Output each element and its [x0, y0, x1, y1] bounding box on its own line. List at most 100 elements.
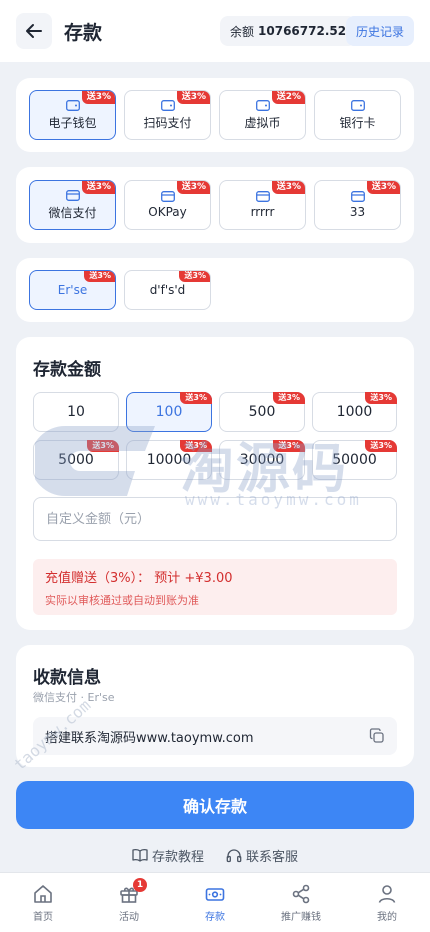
payment-method-card: 电子钱包 送3% 扫码支付 送3% 虚拟币 送2% 银行卡: [16, 78, 414, 152]
tab-label: 活动: [119, 911, 139, 923]
channel-wechat[interactable]: 微信支付 送3%: [29, 180, 116, 230]
support-label: 联系客服: [246, 849, 299, 865]
method-label: 银行卡: [339, 115, 376, 130]
bonus-badge: 送3%: [273, 392, 305, 404]
method-bank-card[interactable]: 银行卡: [314, 90, 401, 140]
amount-value: 5000: [58, 452, 94, 468]
amount-value: 10000: [146, 452, 192, 468]
deposit-amount-card: 存款金额 10 100 送3% 500 送3% 1000 送3% 5000 送3…: [16, 337, 414, 630]
arrow-left-icon: [26, 24, 42, 38]
method-label: 电子钱包: [48, 115, 97, 130]
amount-option-50000[interactable]: 50000 送3%: [312, 440, 397, 480]
amount-option-10[interactable]: 10: [33, 392, 119, 432]
wallet-icon: [350, 99, 365, 111]
amount-option-500[interactable]: 500 送3%: [219, 392, 305, 432]
tab-promote[interactable]: 推广赚钱: [258, 873, 344, 932]
channel-label: 微信支付: [48, 205, 97, 220]
contact-support-link[interactable]: 联系客服: [226, 845, 298, 865]
channel-33[interactable]: 33 送3%: [314, 180, 401, 230]
home-icon: [34, 884, 52, 903]
bonus-estimate-text: 充值赠送（3%）： 预计 +¥3.00: [45, 571, 233, 586]
wallet-icon: [65, 99, 80, 111]
account-label: Er'se: [57, 283, 88, 297]
method-ewallet[interactable]: 电子钱包 送3%: [29, 90, 116, 140]
channel-okpay[interactable]: OKPay 送3%: [124, 180, 211, 230]
amount-section-title: 存款金额: [33, 360, 101, 380]
amount-option-10000[interactable]: 10000 送3%: [126, 440, 212, 480]
confirm-deposit-button[interactable]: 确认存款: [16, 781, 414, 829]
bonus-badge: 送3%: [273, 440, 305, 452]
bonus-badge: 送3%: [180, 440, 212, 452]
amount-option-100[interactable]: 100 送3%: [126, 392, 212, 432]
channel-label: rrrrr: [250, 205, 275, 219]
bottom-tab-bar: 首页 1 活动 存款 推广赚钱 我的: [0, 872, 430, 932]
payment-channel-card: 微信支付 送3% OKPay 送3% rrrrr 送3% 33 送3%: [16, 167, 414, 243]
balance-label: 余额: [230, 24, 255, 39]
tutorial-label: 存款教程: [151, 849, 204, 865]
tab-label: 我的: [377, 911, 397, 923]
bonus-badge: 送3%: [365, 392, 397, 404]
method-crypto[interactable]: 虚拟币 送2%: [219, 90, 306, 140]
bonus-badge: 送3%: [176, 181, 210, 194]
bonus-badge: 送3%: [180, 392, 212, 404]
method-scan-pay[interactable]: 扫码支付 送3%: [124, 90, 211, 140]
tab-mine[interactable]: 我的: [344, 873, 430, 932]
account-dfsd[interactable]: d'f's'd 送3%: [124, 270, 211, 310]
bonus-badge: 送3%: [81, 91, 115, 104]
receive-subtitle: 微信支付 · Er'se: [33, 691, 115, 704]
tab-label: 存款: [205, 911, 225, 923]
method-label: 虚拟币: [244, 115, 281, 130]
account-erse[interactable]: Er'se 送3%: [29, 270, 116, 310]
bonus-note-text: 实际以审核通过或自动到账为准: [45, 594, 199, 607]
bonus-badge: 送3%: [84, 271, 115, 282]
tab-label: 首页: [33, 911, 53, 923]
channel-label: OKPay: [148, 205, 187, 219]
share-icon: [292, 884, 310, 903]
back-button[interactable]: [16, 13, 52, 49]
wallet-icon: [160, 99, 175, 111]
card-icon: [350, 191, 365, 202]
amount-value: 50000: [332, 452, 377, 468]
bonus-badge: 送2%: [271, 91, 305, 104]
help-links: 存款教程 联系客服: [0, 845, 430, 865]
card-icon: [160, 191, 175, 202]
page-title: 存款: [64, 21, 103, 44]
headset-icon: [226, 848, 242, 862]
amount-value: 500: [248, 404, 276, 420]
receiving-account-card: Er'se 送3% d'f's'd 送3%: [16, 258, 414, 322]
bonus-badge: 送3%: [366, 181, 400, 194]
amount-option-5000[interactable]: 5000 送3%: [33, 440, 119, 480]
bonus-badge: 送3%: [179, 271, 210, 282]
tab-deposit[interactable]: 存款: [172, 873, 258, 932]
receive-info-text: 搭建联系淘源码www.taoymw.com: [45, 730, 254, 746]
bonus-badge: 送3%: [365, 440, 397, 452]
wallet-icon: [205, 887, 225, 901]
bonus-badge: 送3%: [176, 91, 210, 104]
amount-value: 1000: [336, 404, 373, 420]
tab-home[interactable]: 首页: [0, 873, 86, 932]
receive-info-row: 搭建联系淘源码www.taoymw.com: [33, 717, 397, 755]
history-button[interactable]: 历史记录: [345, 16, 414, 46]
custom-amount-input[interactable]: [33, 497, 397, 541]
channel-label: 33: [349, 205, 366, 219]
bonus-badge: 送3%: [87, 440, 119, 452]
deposit-tutorial-link[interactable]: 存款教程: [132, 845, 204, 865]
tab-activity[interactable]: 1 活动: [86, 873, 172, 932]
card-icon: [65, 189, 80, 201]
book-icon: [132, 849, 148, 862]
card-icon: [255, 191, 270, 202]
receive-info-card: 收款信息 微信支付 · Er'se 搭建联系淘源码www.taoymw.com: [16, 645, 414, 767]
method-label: 扫码支付: [143, 115, 192, 130]
amount-value: 100: [155, 404, 183, 420]
amount-option-1000[interactable]: 1000 送3%: [312, 392, 397, 432]
amount-option-30000[interactable]: 30000 送3%: [219, 440, 305, 480]
top-bar: 存款 余额 10766772.52 历史记录: [0, 0, 430, 62]
bonus-badge: 送3%: [81, 181, 115, 194]
copy-icon[interactable]: [369, 728, 385, 744]
amount-value: 30000: [239, 452, 285, 468]
channel-rrrrr[interactable]: rrrrr 送3%: [219, 180, 306, 230]
tab-label: 推广赚钱: [281, 911, 321, 923]
wallet-icon: [255, 99, 270, 111]
amount-value: 10: [67, 404, 85, 420]
receive-section-title: 收款信息: [33, 668, 101, 688]
